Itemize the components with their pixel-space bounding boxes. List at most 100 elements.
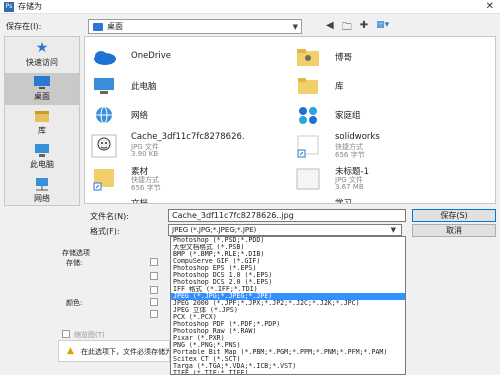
place-quick-access[interactable]: ★ 快速访问 bbox=[5, 39, 79, 71]
format-dropdown-list: Photoshop (*.PSD;*.PDD) 大型文档格式 (*.PSB) BMP… bbox=[170, 236, 406, 375]
star-icon: ★ bbox=[35, 40, 49, 56]
file-size: 3.90 KB bbox=[131, 150, 159, 158]
format-option[interactable]: JPEG 2000 (*.JPF;*.JPX;*.JP2;*.J2C;*.J2K… bbox=[171, 300, 405, 307]
meme-image-thumbnail bbox=[91, 134, 117, 158]
list-item-onedrive[interactable]: OneDrive bbox=[87, 45, 287, 69]
format-option[interactable]: JPEG (*.JPG;*.JPEG;*.JPE) bbox=[171, 293, 405, 300]
chevron-down-icon: ▼ bbox=[390, 226, 396, 234]
list-item-cache-jpg[interactable]: Cache_3df11c7fc8278626. JPG 文件 3.90 KB bbox=[87, 132, 287, 160]
file-name: 文档 bbox=[131, 199, 149, 204]
file-name: 博哥 bbox=[335, 53, 353, 63]
list-item-sucai[interactable]: 素材 快捷方式 656 字节 bbox=[87, 165, 287, 193]
format-option[interactable]: Photoshop Raw (*.RAW) bbox=[171, 328, 405, 335]
format-option[interactable]: PCX (*.PCX) bbox=[171, 314, 405, 321]
computer-icon bbox=[91, 76, 117, 96]
place-label: 库 bbox=[38, 126, 46, 135]
save-button[interactable]: 保存(S) bbox=[412, 209, 496, 222]
format-option[interactable]: IFF 格式 (*.IFF;*.TDI) bbox=[171, 286, 405, 293]
format-option[interactable]: Photoshop (*.PSD;*.PDD) bbox=[171, 237, 405, 244]
cloud-icon bbox=[91, 47, 117, 67]
format-option[interactable]: PNG (*.PNG;*.PNS) bbox=[171, 342, 405, 349]
format-option[interactable]: Scitex CT (*.SCT) bbox=[171, 356, 405, 363]
option-checkbox[interactable] bbox=[150, 258, 158, 266]
color-label: 颜色: bbox=[66, 299, 83, 307]
list-item-untitled-jpg[interactable]: 未标题-1 JPG 文件 3.67 MB bbox=[291, 165, 491, 193]
photoshop-app-icon: Ps bbox=[4, 1, 14, 12]
computer-icon bbox=[33, 143, 51, 158]
file-size: 3.67 MB bbox=[335, 183, 364, 191]
format-option[interactable]: Pixar (*.PXR) bbox=[171, 335, 405, 342]
warning-bar: ▲ 在此选项下，文件必须存储为副本。 bbox=[58, 340, 170, 362]
view-menu-icon[interactable]: ▦▾ bbox=[376, 20, 389, 37]
place-desktop[interactable]: 桌面 bbox=[5, 73, 79, 105]
list-item-documents[interactable]: 文档 bbox=[87, 197, 287, 204]
filename-input[interactable]: Cache_3df11c7fc8278626..jpg bbox=[168, 209, 406, 222]
network-icon bbox=[91, 105, 117, 125]
filename-label: 文件名(N): bbox=[90, 212, 129, 221]
warning-icon: ▲ bbox=[67, 346, 74, 356]
file-name: 此电脑 bbox=[131, 82, 157, 92]
place-library[interactable]: 库 bbox=[5, 107, 79, 139]
option-checkbox[interactable] bbox=[150, 286, 158, 294]
list-item-study[interactable]: 学习 bbox=[291, 197, 491, 203]
option-checkbox[interactable] bbox=[150, 272, 158, 280]
homegroup-icon bbox=[295, 105, 321, 125]
place-this-pc[interactable]: 此电脑 bbox=[5, 141, 79, 173]
format-dropdown[interactable]: JPEG (*.JPG;*.JPEG;*.JPE) ▼ bbox=[168, 224, 402, 236]
warning-text: 在此选项下，文件必须存储为副本。 bbox=[81, 348, 169, 356]
image-file-icon bbox=[295, 167, 321, 190]
shortcut-icon bbox=[91, 167, 117, 191]
list-item-library[interactable]: 库 bbox=[291, 74, 491, 98]
list-item-homegroup[interactable]: 家庭组 bbox=[291, 103, 491, 127]
save-in-row: 保存在(I): 桌面 ▼ ◀ 🗀 ✚ ▦▾ bbox=[0, 16, 500, 36]
close-icon[interactable]: ✕ bbox=[486, 1, 494, 12]
format-option[interactable]: CompuServe GIF (*.GIF) bbox=[171, 258, 405, 265]
list-item-network[interactable]: 网络 bbox=[87, 103, 287, 127]
file-name: Cache_3df11c7fc8278626. bbox=[131, 132, 245, 142]
new-folder-icon[interactable]: ✚ bbox=[360, 20, 368, 37]
up-folder-icon[interactable]: 🗀 bbox=[342, 20, 352, 37]
list-item-user-folder[interactable]: 博哥 bbox=[291, 45, 491, 69]
place-label: 桌面 bbox=[34, 92, 50, 101]
place-label: 此电脑 bbox=[30, 160, 54, 169]
list-item-this-pc[interactable]: 此电脑 bbox=[87, 74, 287, 98]
filename-row: 文件名(N): Cache_3df11c7fc8278626..jpg 保存(S… bbox=[0, 208, 500, 224]
format-option[interactable]: Photoshop EPS (*.EPS) bbox=[171, 265, 405, 272]
file-name: 家庭组 bbox=[335, 111, 361, 121]
desktop-folder-icon bbox=[93, 22, 103, 31]
format-option[interactable]: Targa (*.TGA;*.VDA;*.ICB;*.VST) bbox=[171, 363, 405, 370]
location-value: 桌面 bbox=[107, 22, 123, 31]
back-icon[interactable]: ◀ bbox=[326, 20, 334, 37]
file-name: 库 bbox=[335, 82, 344, 92]
file-name: solidworks bbox=[335, 132, 380, 142]
format-option[interactable]: Photoshop DCS 1.0 (*.EPS) bbox=[171, 272, 405, 279]
format-option[interactable]: TIFF (*.TIF;*.TIFF) bbox=[171, 370, 405, 374]
format-option[interactable]: JPEG 立体 (*.JPS) bbox=[171, 307, 405, 314]
file-name: OneDrive bbox=[131, 51, 171, 61]
network-icon bbox=[33, 177, 51, 192]
thumbnail-checkbox[interactable] bbox=[62, 330, 70, 338]
shortcut-icon bbox=[295, 134, 321, 158]
format-option[interactable]: Photoshop DCS 2.0 (*.EPS) bbox=[171, 279, 405, 286]
cancel-button[interactable]: 取消 bbox=[412, 224, 496, 237]
list-item-solidworks[interactable]: solidworks 快捷方式 656 字节 bbox=[291, 132, 491, 160]
title-bar: Ps 存储为 ✕ bbox=[0, 0, 500, 14]
format-option[interactable]: Photoshop PDF (*.PDF;*.PDP) bbox=[171, 321, 405, 328]
format-option[interactable]: Portable Bit Map (*.PBM;*.PGM;*.PPM;*.PN… bbox=[171, 349, 405, 356]
folder-icon bbox=[295, 199, 321, 203]
format-label: 格式(F): bbox=[90, 227, 120, 236]
place-label: 快速访问 bbox=[26, 58, 58, 67]
option-checkbox[interactable] bbox=[150, 298, 158, 306]
location-dropdown[interactable]: 桌面 ▼ bbox=[88, 19, 302, 34]
option-checkbox[interactable] bbox=[150, 310, 158, 318]
folder-icon bbox=[91, 199, 117, 203]
format-option[interactable]: 大型文档格式 (*.PSB) bbox=[171, 244, 405, 251]
window-title: 存储为 bbox=[18, 2, 42, 11]
file-size: 656 字节 bbox=[131, 184, 161, 192]
save-options-title: 存储选项 bbox=[62, 249, 90, 257]
format-value: JPEG (*.JPG;*.JPEG;*.JPE) bbox=[172, 226, 257, 234]
file-list: OneDrive 博哥 此电脑 库 网络 家庭组 Cache_3df11c7fc… bbox=[84, 36, 496, 204]
format-option[interactable]: BMP (*.BMP;*.RLE;*.DIB) bbox=[171, 251, 405, 258]
place-network[interactable]: 网络 bbox=[5, 175, 79, 207]
chevron-down-icon: ▼ bbox=[292, 22, 298, 31]
